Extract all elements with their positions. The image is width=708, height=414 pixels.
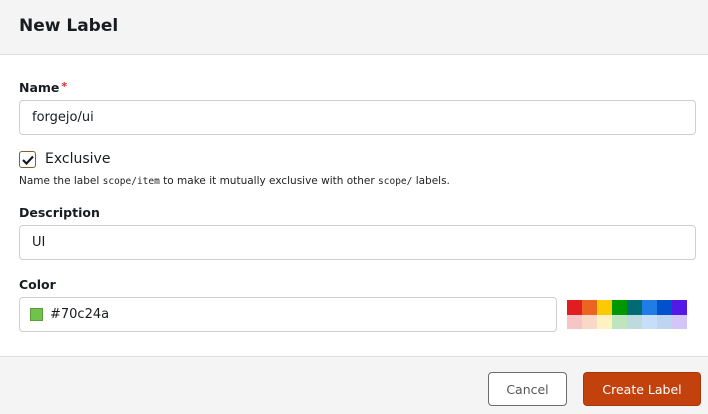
color-option[interactable]	[657, 315, 672, 329]
create-label-button[interactable]: Create Label	[583, 372, 701, 406]
description-label: Description	[19, 205, 100, 220]
help-text: to make it mutually exclusive with other	[159, 175, 379, 187]
color-option[interactable]	[582, 315, 597, 329]
help-code: scope/item	[102, 176, 160, 187]
required-mark: *	[61, 80, 68, 93]
color-input[interactable]: #70c24a	[19, 297, 557, 332]
color-option[interactable]	[672, 315, 687, 329]
color-swatch	[30, 308, 43, 321]
help-text: Name the label	[19, 175, 103, 187]
name-input[interactable]: forgejo/ui	[19, 100, 696, 135]
color-option[interactable]	[597, 300, 612, 315]
color-label: Color	[19, 277, 56, 292]
color-option[interactable]	[567, 300, 582, 315]
description-value: UI	[32, 235, 46, 250]
help-code: scope/	[378, 176, 413, 187]
color-option[interactable]	[627, 315, 642, 329]
color-option[interactable]	[582, 300, 597, 315]
name-label-text: Name	[19, 80, 60, 95]
exclusive-label[interactable]: Exclusive	[45, 151, 110, 167]
exclusive-checkbox[interactable]	[19, 151, 36, 168]
help-text: labels.	[412, 175, 450, 187]
color-option[interactable]	[657, 300, 672, 315]
name-label: Name *	[19, 80, 67, 95]
color-palette	[567, 300, 687, 329]
modal-title: New Label	[19, 16, 119, 36]
color-option[interactable]	[612, 300, 627, 315]
color-option[interactable]	[567, 315, 582, 329]
color-option[interactable]	[642, 300, 657, 315]
cancel-button[interactable]: Cancel	[488, 372, 567, 406]
color-option[interactable]	[672, 300, 687, 315]
exclusive-help: Name the label scope/item to make it mut…	[19, 175, 450, 187]
color-option[interactable]	[642, 315, 657, 329]
color-option[interactable]	[627, 300, 642, 315]
description-input[interactable]: UI	[19, 225, 696, 260]
color-option[interactable]	[597, 315, 612, 329]
name-value: forgejo/ui	[32, 110, 94, 125]
checkmark-icon	[21, 155, 34, 165]
color-option[interactable]	[612, 315, 627, 329]
modal-header: New Label	[0, 0, 708, 55]
color-value: #70c24a	[50, 307, 110, 322]
